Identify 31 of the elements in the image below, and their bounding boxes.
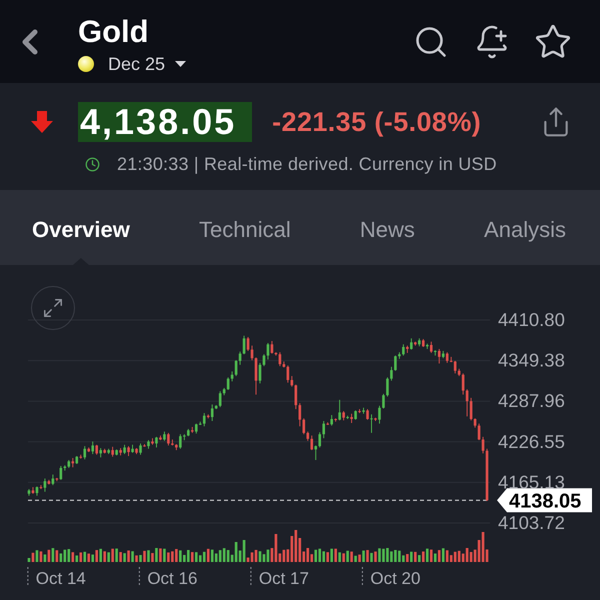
date-tick-mark (27, 566, 28, 588)
tab[interactable]: Overview (32, 190, 130, 265)
price-axis-label: 4103.72 (498, 512, 565, 533)
expand-icon (42, 297, 64, 319)
last-price-tag: 4138.05 (497, 488, 592, 512)
tab[interactable]: Technical (199, 190, 291, 265)
expand-button[interactable] (31, 286, 75, 330)
date-tick-mark (362, 566, 363, 588)
quote-status: 21:30:33 | Real-time derived. Currency in USD (117, 154, 497, 175)
price-axis-label: 4410.80 (498, 309, 565, 330)
date-axis-label: Oct 17 (258, 569, 309, 588)
tab[interactable]: News (360, 190, 415, 265)
date-tick-mark (250, 566, 252, 588)
date-tick-mark (138, 566, 140, 588)
instrument-title: Gold (78, 15, 150, 49)
star-icon (534, 22, 572, 60)
price-axis-label: 4287.96 (498, 390, 565, 412)
price-axis-label: 4349.38 (498, 350, 565, 371)
price-axis-label: 4226.55 (498, 430, 565, 452)
price-change: -221.35 (-5.08%) (272, 106, 482, 138)
date-axis-label: Oct 16 (147, 569, 198, 588)
coin-icon (78, 56, 94, 72)
clock-icon (85, 157, 100, 172)
ref-line-label: 4138.05 (509, 490, 582, 512)
last-price: 4,138.05 (78, 102, 252, 142)
contract-dropdown[interactable]: Dec 25 (108, 54, 186, 74)
caret-icon (175, 61, 186, 67)
tab[interactable]: Analysis (484, 190, 566, 265)
date-axis-label: Oct 20 (370, 569, 420, 588)
date-axis-label: Oct 14 (36, 569, 86, 588)
favorite-button[interactable] (534, 22, 572, 60)
